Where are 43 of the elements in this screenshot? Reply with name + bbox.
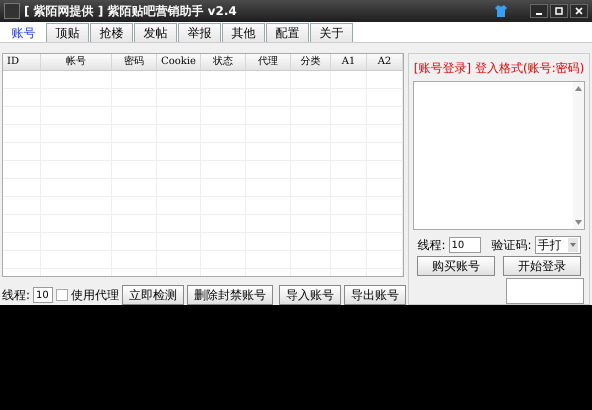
start-login-button[interactable]: 开始登录 (503, 256, 581, 276)
tab[interactable]: 抢楼 (90, 23, 133, 42)
tab[interactable]: 顶贴 (46, 23, 89, 42)
column-header[interactable]: 状态 (201, 54, 246, 70)
tab[interactable]: 举报 (178, 23, 221, 42)
import-button[interactable]: 导入账号 (279, 285, 341, 305)
check-now-button[interactable]: 立即检测 (122, 285, 184, 305)
close-button[interactable] (570, 4, 588, 18)
column-header[interactable]: 帐号 (41, 54, 112, 70)
tab[interactable]: 其他 (222, 23, 265, 42)
export-button[interactable]: 导出账号 (344, 285, 406, 305)
accounts-text-area[interactable] (413, 81, 585, 230)
captcha-label: 验证码: (492, 236, 532, 254)
checkbox-label: 使用代理 (71, 286, 119, 304)
window-title: [ 紫陌网提供 ] 紫陌贴吧营销助手 v2.4 (24, 2, 238, 20)
column-header[interactable]: ID (3, 54, 41, 70)
captcha-dropdown[interactable]: 手打 (534, 236, 581, 254)
tab[interactable]: 发帖 (134, 23, 177, 42)
app-icon (4, 3, 20, 19)
tab[interactable]: 配置 (266, 23, 309, 42)
threads-field[interactable]: 10 (448, 237, 480, 253)
proxy-checkbox[interactable] (56, 289, 68, 301)
threads-label: 线程: (417, 236, 446, 254)
down-arrow-icon[interactable] (575, 220, 582, 225)
delete-banned-button[interactable]: 删除封禁账号 (187, 285, 273, 305)
maximize-button[interactable] (550, 4, 568, 18)
column-header[interactable]: A2 (367, 54, 403, 70)
close-icon (575, 7, 583, 15)
minimize-button[interactable] (530, 4, 548, 18)
threads-field[interactable]: 10 (33, 287, 54, 303)
tab[interactable]: 关于 (310, 23, 353, 42)
column-header[interactable]: 分类 (291, 54, 331, 70)
scrollbar[interactable] (573, 82, 584, 229)
shirt-icon[interactable] (494, 4, 508, 18)
column-header[interactable]: A1 (331, 54, 367, 70)
column-header[interactable]: 代理 (246, 54, 291, 70)
maximize-icon (555, 7, 563, 15)
column-header[interactable]: 密码 (112, 54, 157, 70)
buy-accounts-button[interactable]: 购买账号 (417, 256, 495, 276)
column-header[interactable]: Cookie (157, 54, 201, 70)
threads-label: 线程: (2, 286, 30, 304)
login-heading: [账号登录] 登入格式(账号:密码) (414, 60, 584, 77)
up-arrow-icon[interactable] (575, 86, 582, 91)
